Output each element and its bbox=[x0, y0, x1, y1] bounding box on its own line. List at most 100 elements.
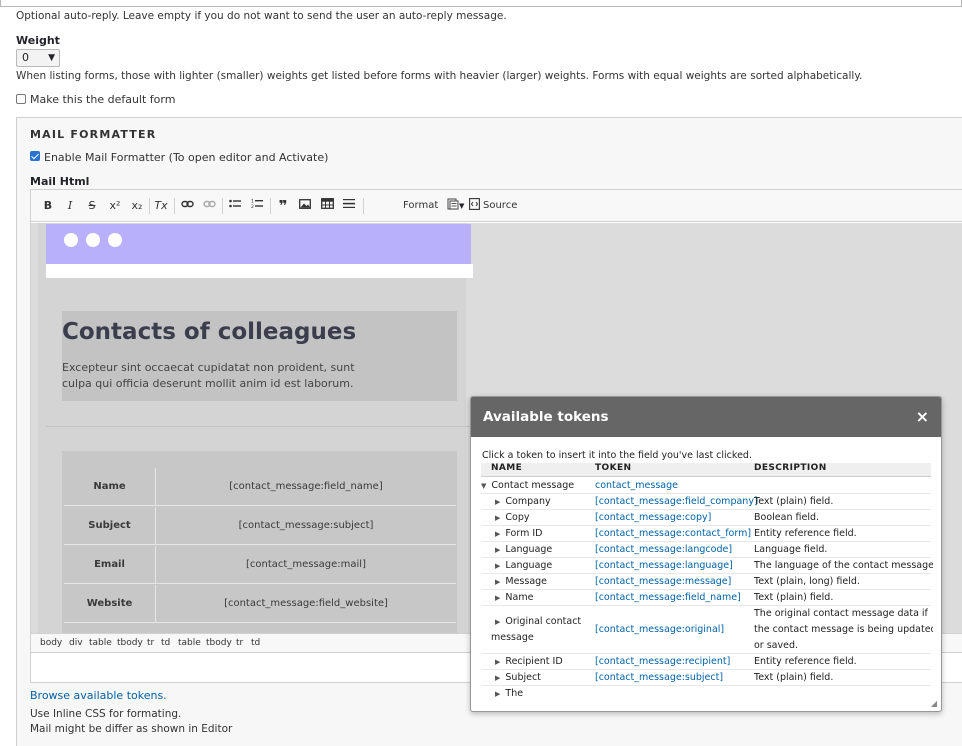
token-row[interactable]: ▶ Language [contact_message:language] The… bbox=[481, 558, 933, 574]
dot-icon bbox=[108, 233, 122, 247]
token-link[interactable]: [contact_message:message] bbox=[595, 576, 731, 587]
source-button[interactable]: Source bbox=[483, 198, 517, 214]
token-link[interactable]: [contact_message:langcode] bbox=[595, 544, 732, 555]
path-item[interactable]: td bbox=[161, 638, 170, 648]
path-item[interactable]: table bbox=[89, 638, 112, 648]
token-name-continued: message bbox=[491, 632, 534, 643]
path-item[interactable]: tr bbox=[147, 638, 154, 648]
horizontal-line-icon[interactable] bbox=[341, 198, 357, 214]
token-row[interactable]: ▶ Language [contact_message:langcode] Lan… bbox=[481, 542, 931, 558]
token-name: Language bbox=[505, 560, 553, 571]
token-row[interactable]: ▶ The bbox=[481, 686, 931, 708]
italic-button[interactable]: I bbox=[63, 198, 77, 214]
path-item[interactable]: div bbox=[69, 638, 83, 648]
format-dropdown[interactable]: Format bbox=[403, 198, 438, 214]
token-link[interactable]: contact_message bbox=[595, 480, 678, 491]
token-description: Entity reference field. bbox=[754, 528, 857, 539]
auto-reply-description: Optional auto-reply. Leave empty if you … bbox=[16, 10, 507, 22]
token-link[interactable]: [contact_message:contact_form] bbox=[595, 528, 751, 539]
token-name: Language bbox=[505, 544, 553, 555]
column-header-description: DESCRIPTION bbox=[754, 463, 827, 473]
path-item[interactable]: td bbox=[251, 638, 260, 648]
token-description: The language of the contact message. bbox=[754, 560, 933, 571]
token-row[interactable]: ▶ Original contact message [contact_messa… bbox=[481, 606, 933, 654]
token-group-name: ▼ Contact message bbox=[481, 480, 575, 491]
token-description: Language field. bbox=[754, 544, 828, 555]
link-icon[interactable] bbox=[179, 198, 195, 214]
dialog-titlebar[interactable]: Available tokens × bbox=[471, 397, 941, 437]
token-row[interactable]: ▶ Subject [contact_message:subject] Text … bbox=[481, 670, 931, 686]
table-cell-label: Subject bbox=[64, 507, 156, 545]
token-link[interactable]: [contact_message:field_company] bbox=[595, 496, 758, 507]
path-item[interactable]: tbody bbox=[117, 638, 143, 648]
token-link[interactable]: [contact_message:subject] bbox=[595, 672, 723, 683]
editor-toolbar: B I S x² x₂ Tx 12 ❞ Format ▼ Source bbox=[31, 190, 962, 222]
svg-text:2: 2 bbox=[251, 204, 254, 209]
available-tokens-dialog: Available tokens × Click a token to inse… bbox=[470, 396, 942, 712]
token-name: Name bbox=[505, 592, 534, 603]
weight-select[interactable]: 0 ▼ bbox=[16, 49, 60, 67]
token-link[interactable]: [contact_message:field_name] bbox=[595, 592, 741, 603]
auto-reply-textarea[interactable] bbox=[0, 0, 962, 7]
token-link[interactable]: [contact_message:original] bbox=[595, 624, 724, 635]
remove-format-button[interactable]: Tx bbox=[153, 198, 169, 214]
triangle-right-icon: ▶ bbox=[495, 562, 501, 570]
resize-handle-icon[interactable]: ◢ bbox=[931, 699, 937, 708]
triangle-right-icon: ▶ bbox=[495, 594, 501, 602]
token-group-row[interactable]: ▼ Contact message contact_message bbox=[481, 478, 931, 494]
table-cell-label: Name bbox=[64, 468, 156, 506]
default-form-checkbox[interactable] bbox=[16, 94, 26, 104]
triangle-right-icon: ▶ bbox=[495, 690, 501, 698]
path-item[interactable]: tr bbox=[236, 638, 243, 648]
token-row[interactable]: ▶ Company [contact_message:field_company]… bbox=[481, 494, 931, 510]
bulleted-list-icon[interactable] bbox=[227, 198, 243, 214]
source-icon[interactable] bbox=[468, 198, 480, 214]
chevron-down-icon: ▼ bbox=[48, 53, 55, 63]
triangle-right-icon: ▶ bbox=[495, 578, 501, 586]
token-link[interactable]: [contact_message:language] bbox=[595, 560, 733, 571]
browse-tokens-link[interactable]: Browse available tokens. bbox=[30, 689, 167, 702]
close-icon[interactable]: × bbox=[916, 407, 929, 426]
table-cell-value: [contact_message:field_name] bbox=[229, 481, 383, 492]
numbered-list-icon[interactable]: 12 bbox=[249, 198, 265, 214]
path-item[interactable]: body bbox=[40, 638, 62, 648]
token-description: Text (plain, long) field. bbox=[754, 576, 860, 587]
token-description: Entity reference field. bbox=[754, 656, 857, 667]
image-icon[interactable] bbox=[297, 198, 313, 214]
token-row[interactable]: ▶ Name [contact_message:field_name] Text … bbox=[481, 590, 931, 606]
token-name: Recipient ID bbox=[505, 656, 563, 667]
enable-mail-formatter-checkbox[interactable] bbox=[30, 151, 40, 161]
token-row[interactable]: ▶ Message [contact_message:message] Text … bbox=[481, 574, 931, 590]
token-row[interactable]: ▶ Recipient ID [contact_message:recipient… bbox=[481, 654, 931, 670]
token-description: Boolean field. bbox=[754, 512, 820, 523]
token-description: Text (plain) field. bbox=[754, 672, 834, 683]
path-item[interactable]: tbody bbox=[206, 638, 232, 648]
table-icon[interactable] bbox=[319, 198, 335, 214]
bold-button[interactable]: B bbox=[41, 198, 55, 214]
triangle-right-icon: ▶ bbox=[495, 498, 501, 506]
token-name: Original contact bbox=[505, 616, 582, 627]
path-item[interactable]: table bbox=[178, 638, 201, 648]
table-cell-label: Email bbox=[64, 546, 156, 584]
subscript-button[interactable]: x₂ bbox=[129, 198, 145, 214]
token-row[interactable]: ▶ Form ID [contact_message:contact_form] … bbox=[481, 526, 931, 542]
toolbar-separator bbox=[174, 198, 175, 214]
enable-mail-formatter-label: Enable Mail Formatter (To open editor an… bbox=[44, 151, 329, 164]
token-row[interactable]: ▶ Copy [contact_message:copy] Boolean fie… bbox=[481, 510, 931, 526]
strikethrough-button[interactable]: S bbox=[85, 198, 99, 214]
unlink-icon[interactable] bbox=[201, 198, 217, 214]
weight-description: When listing forms, those with lighter (… bbox=[16, 70, 863, 82]
token-name: Copy bbox=[505, 512, 530, 523]
tokens-table-header bbox=[481, 463, 931, 477]
token-link[interactable]: [contact_message:recipient] bbox=[595, 656, 730, 667]
email-intro-text: Excepteur sint occaecat cupidatat non pr… bbox=[62, 361, 355, 390]
templates-icon[interactable] bbox=[445, 198, 461, 214]
token-link[interactable]: [contact_message:copy] bbox=[595, 512, 711, 523]
blockquote-icon[interactable]: ❞ bbox=[275, 198, 291, 214]
mail-html-label: Mail Html bbox=[30, 175, 90, 188]
table-cell-value: [contact_message:mail] bbox=[246, 559, 366, 570]
inline-css-note: Use Inline CSS for formating. bbox=[30, 708, 182, 720]
superscript-button[interactable]: x² bbox=[107, 198, 123, 214]
toolbar-separator bbox=[149, 198, 150, 214]
email-title: Contacts of colleagues bbox=[62, 319, 357, 345]
